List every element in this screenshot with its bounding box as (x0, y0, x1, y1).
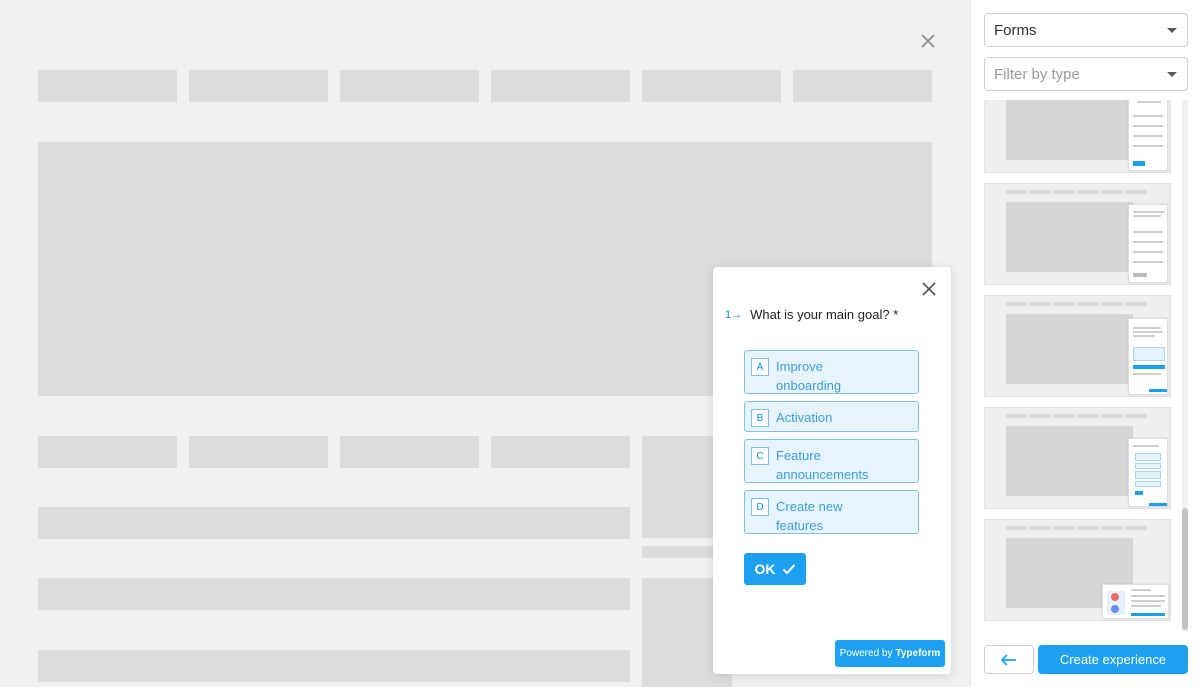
option-key: B (751, 409, 769, 427)
popup-close-icon[interactable] (920, 280, 938, 298)
placeholder-nav-item (642, 70, 781, 102)
powered-by-brand: Typeform (895, 648, 941, 659)
thumbnail-form (1128, 204, 1168, 283)
placeholder-wide-row (38, 507, 630, 539)
ok-label: OK (754, 561, 776, 577)
option-key: D (751, 498, 769, 516)
placeholder-nav-item (189, 70, 328, 102)
powered-by-typeform-link[interactable]: Powered by Typeform (835, 640, 945, 667)
type-filter-placeholder: Filter by type (994, 65, 1080, 83)
back-button[interactable] (984, 645, 1034, 674)
option-label: Activation (776, 410, 833, 425)
placeholder-card (340, 436, 479, 468)
arrow-left-icon (1000, 653, 1016, 666)
arrow-right-icon: → (731, 308, 743, 321)
thumbnail-preview-block (1006, 426, 1133, 496)
question-text: What is your main goal? * (750, 307, 899, 322)
placeholder-wide-row (38, 578, 630, 610)
template-list-scrollbar[interactable] (1182, 100, 1188, 632)
option-a[interactable]: A Improve onboarding (744, 350, 919, 394)
option-label: Feature announcements (776, 448, 869, 482)
placeholder-nav-item (38, 70, 177, 102)
placeholder-wide-row (38, 650, 630, 682)
option-key: C (751, 447, 769, 465)
powered-by-prefix: Powered by (839, 648, 893, 659)
placeholder-card (38, 436, 177, 468)
create-experience-button[interactable]: Create experience (1038, 645, 1188, 674)
template-list (971, 100, 1200, 632)
question-row: 1→ What is your main goal? * (725, 307, 898, 322)
typeform-popup: 1→ What is your main goal? * A Improve o… (713, 267, 951, 674)
chevron-down-icon (1167, 72, 1177, 77)
close-icon[interactable] (919, 32, 937, 50)
placeholder-nav-item (491, 70, 630, 102)
template-thumbnail[interactable] (984, 183, 1171, 285)
thumbnail-form (1128, 318, 1168, 395)
option-d[interactable]: D Create new features (744, 490, 919, 534)
thumbnail-form (1128, 100, 1168, 171)
option-c[interactable]: C Feature announcements (744, 439, 919, 483)
template-sidebar: Forms Filter by type Create experience (970, 0, 1200, 687)
create-experience-label: Create experience (1059, 652, 1167, 667)
thumbnail-form (1102, 584, 1169, 619)
thumbnail-preview-block (1006, 100, 1133, 160)
ok-button[interactable]: OK (744, 553, 806, 585)
template-thumbnail[interactable] (984, 519, 1171, 621)
template-thumbnail[interactable] (984, 100, 1171, 173)
thumbnail-preview-block (1006, 202, 1133, 272)
option-b[interactable]: B Activation (744, 401, 919, 432)
category-select-value: Forms (994, 21, 1037, 39)
option-label: Improve onboarding (776, 359, 842, 393)
placeholder-card (491, 436, 630, 468)
thumbnail-form (1128, 438, 1168, 507)
scrollbar-thumb[interactable] (1182, 508, 1188, 630)
chevron-down-icon (1167, 28, 1177, 33)
template-thumbnail[interactable] (984, 407, 1171, 509)
placeholder-nav-item (793, 70, 932, 102)
checkmark-icon (782, 564, 795, 575)
option-key: A (751, 358, 769, 376)
question-number: 1→ (725, 308, 743, 321)
thumbnail-preview-block (1006, 314, 1133, 384)
type-filter-select[interactable]: Filter by type (984, 57, 1188, 91)
placeholder-card (189, 436, 328, 468)
category-select[interactable]: Forms (984, 13, 1188, 47)
placeholder-nav-item (340, 70, 479, 102)
template-thumbnail[interactable] (984, 295, 1171, 397)
option-label: Create new features (776, 499, 843, 533)
